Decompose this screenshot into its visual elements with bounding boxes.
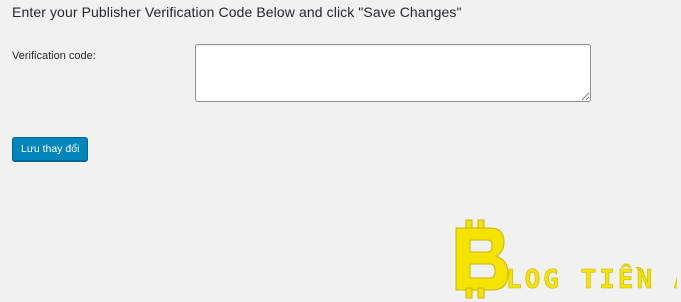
svg-text:LOG TIỀN ẢO: LOG TIỀN ẢO [506,260,677,295]
verification-code-textarea[interactable] [195,44,591,102]
bitcoin-b-logo-icon [455,219,509,299]
page-title: Enter your Publisher Verification Code B… [12,4,462,20]
save-changes-button[interactable]: Lưu thay đổi [12,137,89,161]
verification-form-row: Verification code: [12,44,672,106]
verification-code-label: Verification code: [12,50,96,62]
blog-tien-ao-watermark-logo: LOG TIỀN ẢO [455,219,677,299]
